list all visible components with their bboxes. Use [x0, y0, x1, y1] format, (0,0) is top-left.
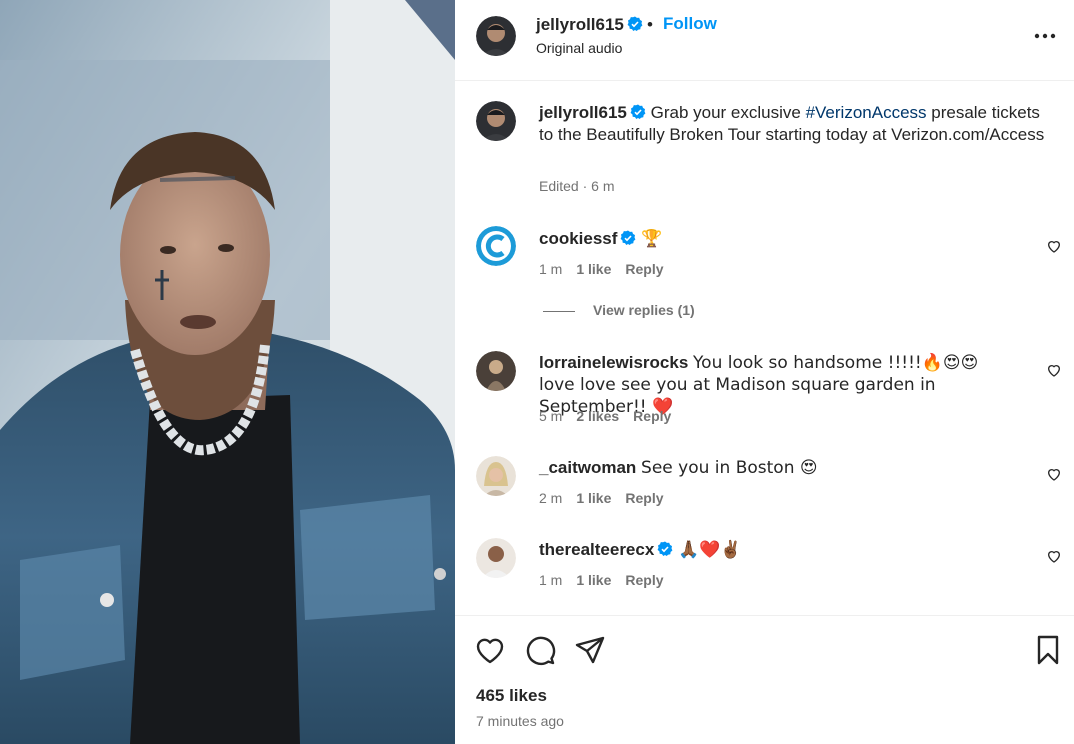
verified-badge-icon — [621, 230, 636, 245]
like-comment-heart-icon[interactable] — [1046, 238, 1062, 254]
view-replies-button[interactable]: View replies (1) — [543, 302, 695, 318]
bookmark-icon[interactable] — [1032, 634, 1064, 666]
verified-badge-icon — [657, 541, 673, 556]
reply-button[interactable]: Reply — [625, 490, 663, 506]
comment-meta: 5 m 2 likes Reply — [539, 408, 685, 424]
caption-username[interactable]: jellyroll615 — [539, 103, 627, 122]
like-comment-heart-icon[interactable] — [1046, 362, 1062, 378]
comment-body: See you in Boston 😍 — [641, 458, 818, 478]
commenter-avatar[interactable] — [476, 351, 516, 391]
post-actions-bar: 465 likes 7 minutes ago — [455, 615, 1074, 744]
caption-text-part: Grab your exclusive — [650, 103, 806, 122]
comment-time: 1 m — [539, 572, 563, 588]
like-comment-heart-icon[interactable] — [1046, 466, 1062, 482]
more-options-icon[interactable] — [1031, 24, 1059, 48]
likes-count[interactable]: 465 likes — [476, 686, 547, 706]
reply-button[interactable]: Reply — [625, 261, 663, 277]
reply-button[interactable]: Reply — [625, 572, 663, 588]
comment-time: 5 m — [539, 408, 563, 424]
commenter-username[interactable]: cookiessf — [539, 229, 617, 248]
post-header: jellyroll615 • Follow Original audio — [455, 0, 1074, 81]
commenter-username[interactable]: lorrainelewisrocks — [539, 353, 688, 372]
commenter-avatar[interactable] — [476, 538, 516, 578]
comment-text: cookiessf 🏆 — [539, 228, 1019, 250]
comment-meta: 2 m 1 like Reply — [539, 490, 678, 506]
post-details-panel: jellyroll615 • Follow Original audio jel… — [455, 0, 1074, 744]
comment-likes[interactable]: 1 like — [576, 490, 611, 506]
view-replies-line — [543, 310, 575, 312]
commenter-username[interactable]: therealteerecx — [539, 540, 654, 559]
comment-text: therealteerecx 🙏🏾❤️✌🏾 — [539, 539, 1019, 561]
caption-author-avatar[interactable] — [476, 101, 516, 141]
commenter-username[interactable]: _caitwoman — [539, 458, 636, 477]
caption-text: jellyroll615 Grab your exclusive #Verizo… — [539, 102, 1049, 146]
audio-label[interactable]: Original audio — [536, 40, 622, 56]
comment-time: 2 m — [539, 490, 563, 506]
comment-meta: 1 m 1 like Reply — [539, 572, 678, 588]
commenter-avatar[interactable] — [476, 226, 516, 266]
author-username-text[interactable]: jellyroll615 — [536, 15, 624, 34]
header-separator: • — [647, 15, 653, 34]
commenter-avatar[interactable] — [476, 456, 516, 496]
comment-text: _caitwoman See you in Boston 😍 — [539, 457, 1019, 479]
post-time-ago: 7 minutes ago — [476, 713, 564, 729]
reply-button[interactable]: Reply — [633, 408, 671, 424]
caption-hashtag-link[interactable]: #VerizonAccess — [806, 103, 927, 122]
verified-badge-icon — [630, 104, 646, 119]
comment-icon[interactable] — [524, 634, 556, 666]
heart-icon[interactable] — [474, 634, 506, 666]
post-media[interactable] — [0, 0, 455, 744]
comment-meta: 1 m 1 like Reply — [539, 261, 678, 277]
caption-edited-time: Edited · 6 m — [539, 178, 615, 194]
share-icon[interactable] — [574, 634, 606, 666]
comment-body: 🏆 — [641, 229, 663, 249]
author-username[interactable]: jellyroll615 — [536, 15, 643, 35]
author-avatar[interactable] — [476, 16, 516, 56]
post-photo — [0, 0, 455, 744]
like-comment-heart-icon[interactable] — [1046, 548, 1062, 564]
comment-likes[interactable]: 1 like — [576, 261, 611, 277]
follow-button[interactable]: Follow — [663, 14, 717, 34]
comment-time: 1 m — [539, 261, 563, 277]
verified-badge-icon — [627, 16, 643, 31]
view-replies-label[interactable]: View replies (1) — [593, 302, 695, 318]
comment-likes[interactable]: 1 like — [576, 572, 611, 588]
comment-likes[interactable]: 2 likes — [576, 408, 619, 424]
comment-body: 🙏🏾❤️✌🏾 — [678, 540, 742, 560]
